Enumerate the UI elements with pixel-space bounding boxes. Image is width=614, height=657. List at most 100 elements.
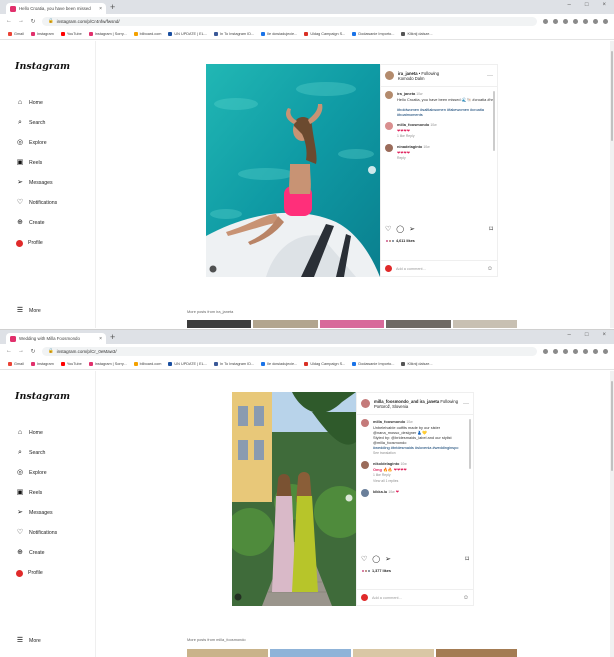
bookmark-item[interactable]: Ile dowiadujecie... xyxy=(261,31,297,36)
thumbnail[interactable] xyxy=(187,649,268,657)
post-location[interactable]: Komodo Dalm xyxy=(398,76,425,81)
menu-icon[interactable] xyxy=(603,348,608,354)
zoom-icon[interactable] xyxy=(553,18,558,24)
page-scrollbar[interactable] xyxy=(610,371,614,657)
bookmark-star-icon[interactable] xyxy=(563,18,568,24)
comment-bubble-icon[interactable]: ◯ xyxy=(372,555,380,563)
bookmark-item[interactable]: Gmail xyxy=(8,31,24,36)
bookmark-item[interactable]: In To Instagram ID... xyxy=(214,31,254,36)
comment-username[interactable]: kikka.lu xyxy=(373,489,387,494)
caption-username[interactable]: milla_foosmondo xyxy=(373,419,405,424)
tab-close-icon[interactable]: × xyxy=(99,336,102,342)
sidebar-item-messages[interactable]: ➢ Messages xyxy=(16,503,57,523)
sidebar-item-reels[interactable]: ▣ Reels xyxy=(16,153,57,173)
sidebar-item-profile[interactable]: Profile xyxy=(16,233,57,253)
bookmark-item[interactable]: bilboard.com xyxy=(133,31,161,36)
comments-scrollbar[interactable] xyxy=(493,91,495,151)
comment-meta[interactable]: Reply xyxy=(397,156,406,160)
url-input[interactable]: 🔒 instagram.com/p/Cr4nfw/fwsnd/ xyxy=(42,16,537,26)
bookmark-item[interactable]: Uldag Campaign S... xyxy=(304,31,345,36)
back-button[interactable]: ← xyxy=(6,18,12,24)
forward-button[interactable]: → xyxy=(18,348,24,354)
extension-icon[interactable] xyxy=(573,18,578,24)
save-bookmark-icon[interactable]: ⌑ xyxy=(465,555,469,563)
commenter-avatar[interactable] xyxy=(385,122,393,130)
more-options-icon[interactable]: ··· xyxy=(487,73,493,79)
sidebar-item-home[interactable]: ⌂ Home xyxy=(16,93,57,113)
comment-bubble-icon[interactable]: ◯ xyxy=(396,225,404,233)
like-heart-icon[interactable]: ♡ xyxy=(361,555,367,563)
author-avatar[interactable] xyxy=(361,419,369,427)
caption-hashtags[interactable]: #boldwomen #saltlakwomen #fakewomen #cro… xyxy=(397,107,484,117)
follow-status[interactable]: Following xyxy=(440,399,458,404)
bookmark-item[interactable]: Kliknij dalsze... xyxy=(401,31,433,36)
instagram-logo[interactable]: Instagram xyxy=(15,391,70,402)
commenter-avatar[interactable] xyxy=(385,144,393,152)
new-tab-button[interactable]: + xyxy=(110,333,115,342)
sidebar-item-home[interactable]: ⌂ Home xyxy=(16,423,57,443)
commenter-avatar[interactable] xyxy=(361,461,369,469)
menu-icon[interactable] xyxy=(603,18,608,24)
maximize-button[interactable]: □ xyxy=(585,2,589,8)
bookmark-item[interactable]: In To Instagram ID... xyxy=(214,361,254,366)
tab-close-icon[interactable]: × xyxy=(99,6,102,12)
thumbnail[interactable] xyxy=(452,320,518,328)
view-replies-link[interactable]: View all 1 replies xyxy=(373,479,398,483)
reload-button[interactable]: ↻ xyxy=(30,18,36,25)
sidebar-item-profile[interactable]: Profile xyxy=(16,563,57,583)
sidebar-item-messages[interactable]: ➢ Messages xyxy=(16,173,57,193)
share-icon[interactable] xyxy=(543,348,548,354)
sidebar-item-more[interactable]: ☰ More xyxy=(16,307,41,315)
add-comment-bar[interactable]: Add a comment... ☺ xyxy=(357,589,473,605)
browser-tab[interactable]: Hello Croatia, you have been missed × xyxy=(6,3,106,14)
sidebar-item-search[interactable]: ⌕ Search xyxy=(16,113,57,133)
sidebar-item-notifications[interactable]: ♡ Notifications xyxy=(16,523,57,543)
likes-row[interactable]: 1,377 likes xyxy=(361,569,391,573)
page-scrollbar[interactable] xyxy=(610,41,614,328)
bookmark-item[interactable]: Gmail xyxy=(8,361,24,366)
caption-hashtags[interactable]: #wedding #bridesmaids #slovenia #wedding… xyxy=(373,445,458,450)
new-tab-button[interactable]: + xyxy=(110,3,115,12)
thumbnail[interactable] xyxy=(253,320,318,328)
emoji-icon[interactable]: ☺ xyxy=(463,595,469,601)
sidebar-item-reels[interactable]: ▣ Reels xyxy=(16,483,57,503)
comments-scrollbar[interactable] xyxy=(469,419,471,469)
browser-tab[interactable]: Wedding with Milla Foosmondo × xyxy=(6,333,106,344)
bookmark-item[interactable]: YouTube xyxy=(60,31,82,36)
forward-button[interactable]: → xyxy=(18,18,24,24)
sidebar-item-search[interactable]: ⌕ Search xyxy=(16,443,57,463)
sidebar-item-more[interactable]: ☰ More xyxy=(16,637,41,645)
add-comment-bar[interactable]: Add a comment... ☺ xyxy=(381,260,497,276)
author-avatar[interactable] xyxy=(385,91,393,99)
share-paper-plane-icon[interactable]: ➢ xyxy=(409,225,415,233)
close-window-button[interactable]: × xyxy=(602,2,606,8)
author-avatar[interactable] xyxy=(361,399,370,408)
emoji-icon[interactable]: ☺ xyxy=(487,266,493,272)
thumbnail[interactable] xyxy=(386,320,451,328)
maximize-button[interactable]: □ xyxy=(585,332,589,338)
puzzle-icon[interactable] xyxy=(583,18,588,24)
comment-username[interactable]: milla_foosmondo xyxy=(397,122,429,127)
like-heart-icon[interactable]: ♡ xyxy=(385,225,391,233)
bookmark-item[interactable]: Kliknij dalsze... xyxy=(401,361,433,366)
back-button[interactable]: ← xyxy=(6,348,12,354)
sidebar-item-explore[interactable]: ◎ Explore xyxy=(16,463,57,483)
bookmark-item[interactable]: UN UPDATE | EL... xyxy=(168,361,207,366)
bookmark-item[interactable]: Dodawanie Importo... xyxy=(352,31,394,36)
post-image[interactable] xyxy=(232,392,356,606)
bookmark-item[interactable]: Dodawanie Importo... xyxy=(352,361,394,366)
bookmark-item[interactable]: Instagram | Sorry... xyxy=(88,361,127,366)
see-translation-link[interactable]: See translation xyxy=(373,451,396,455)
puzzle-icon[interactable] xyxy=(583,348,588,354)
author-avatar[interactable] xyxy=(385,71,394,80)
comment-username[interactable]: nikoldelaginto xyxy=(373,461,399,466)
likes-row[interactable]: 4,611 likes xyxy=(385,239,415,243)
close-window-button[interactable]: × xyxy=(602,332,606,338)
reload-button[interactable]: ↻ xyxy=(30,348,36,355)
thumbnail[interactable] xyxy=(270,649,351,657)
bookmark-item[interactable]: YouTube xyxy=(60,361,82,366)
thumbnail[interactable] xyxy=(353,649,434,657)
profile-avatar-icon[interactable] xyxy=(593,18,598,24)
bookmark-item[interactable]: Instagram | Sorry... xyxy=(88,31,127,36)
share-icon[interactable] xyxy=(543,18,548,24)
